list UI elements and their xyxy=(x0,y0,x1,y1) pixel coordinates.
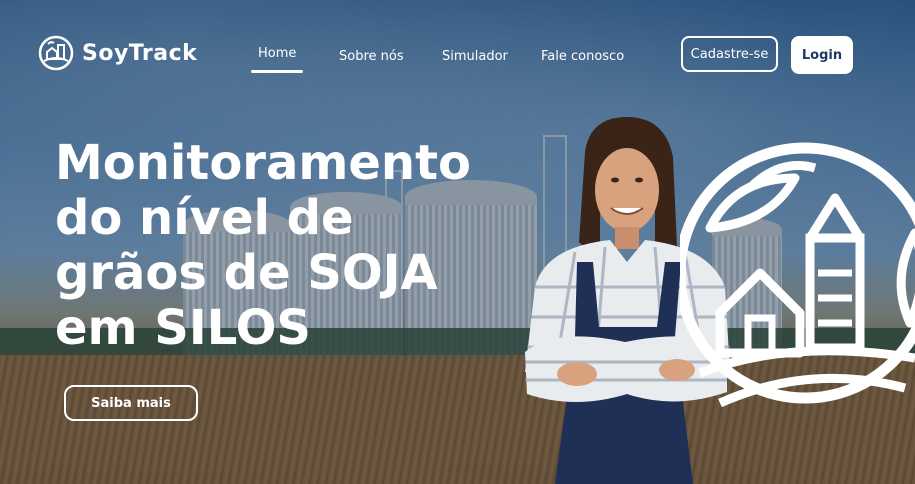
headline-line: do nível de xyxy=(55,190,354,246)
headline-line: em SILOS xyxy=(55,300,311,356)
login-button[interactable]: Login xyxy=(791,36,853,74)
brand-name: SoyTrack xyxy=(82,40,198,66)
nav-home[interactable]: Home xyxy=(258,46,296,61)
saiba-mais-button[interactable]: Saiba mais xyxy=(64,385,198,421)
headline-line: grãos de SOJA xyxy=(55,245,438,301)
hero-section: SoyTrack Home Sobre nós Simulador Fale c… xyxy=(0,0,915,484)
headline-line: Monitoramento xyxy=(55,135,472,191)
globe-farm-icon xyxy=(38,35,74,71)
signup-button[interactable]: Cadastre-se xyxy=(681,36,778,72)
nav-fale-conosco[interactable]: Fale conosco xyxy=(541,49,624,64)
hero-headline: Monitoramento do nível de grãos de SOJA … xyxy=(55,136,515,356)
brand-logo[interactable]: SoyTrack xyxy=(38,35,197,71)
farm-emblem-icon xyxy=(674,138,915,438)
nav-simulador[interactable]: Simulador xyxy=(442,49,508,64)
nav-active-indicator xyxy=(251,70,303,73)
nav-sobre-nos[interactable]: Sobre nós xyxy=(339,49,404,64)
